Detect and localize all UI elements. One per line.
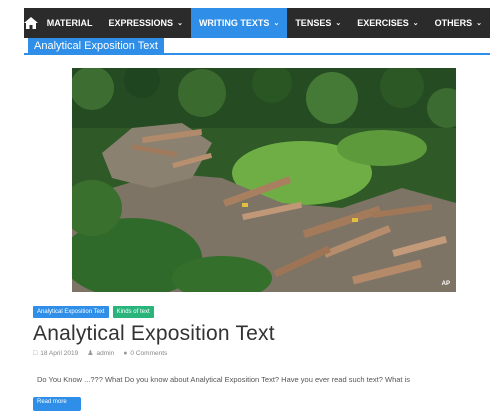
author-text: admin bbox=[96, 350, 115, 357]
post-meta: □ 18 April 2019 ♟ admin ● 0 Comments bbox=[33, 349, 167, 358]
chevron-down-icon: ⌄ bbox=[476, 20, 482, 27]
nav-item-exercises[interactable]: EXERCISES ⌄ bbox=[349, 8, 426, 38]
comments-text: 0 Comments bbox=[130, 349, 168, 357]
category-title: Analytical Exposition Text bbox=[28, 38, 164, 54]
nav-item-expressions[interactable]: EXPRESSIONS ⌄ bbox=[101, 8, 191, 38]
chevron-down-icon: ⌄ bbox=[412, 20, 419, 27]
tag-analytical-exposition-text[interactable]: Analytical Exposition Text bbox=[33, 306, 109, 318]
post-tags: Analytical Exposition Text Kinds of text bbox=[33, 306, 154, 318]
chevron-down-icon: ⌄ bbox=[335, 20, 342, 27]
post-excerpt: Do You Know ...??? What Do you know abou… bbox=[37, 375, 410, 384]
home-icon[interactable] bbox=[24, 8, 39, 38]
nav-item-writing-texts[interactable]: WRITING TEXTS ⌄ bbox=[190, 8, 288, 38]
post-author[interactable]: ♟ admin bbox=[87, 349, 114, 357]
nav-label: TENSES bbox=[295, 18, 332, 28]
nav-label: EXPRESSIONS bbox=[108, 18, 174, 28]
date-text: 18 April 2019 bbox=[40, 349, 79, 357]
calendar-icon: □ bbox=[33, 349, 38, 357]
category-header: Analytical Exposition Text bbox=[24, 38, 490, 55]
post-date[interactable]: □ 18 April 2019 bbox=[33, 350, 78, 357]
chevron-down-icon: ⌄ bbox=[177, 20, 183, 27]
main-navigation: MATERIAL EXPRESSIONS ⌄ WRITING TEXTS ⌄ T… bbox=[24, 8, 490, 38]
comment-icon: ● bbox=[123, 349, 128, 357]
nav-label: MATERIAL bbox=[46, 18, 93, 28]
user-icon: ♟ bbox=[87, 350, 94, 357]
nav-label: OTHERS bbox=[434, 18, 473, 28]
image-credit: AP bbox=[441, 281, 450, 287]
post-comments[interactable]: ● 0 Comments bbox=[123, 350, 167, 357]
aerial-forest-photo bbox=[72, 68, 456, 292]
post-title[interactable]: Analytical Exposition Text bbox=[33, 322, 275, 346]
featured-image[interactable]: AP bbox=[72, 68, 456, 292]
nav-item-others[interactable]: OTHERS ⌄ bbox=[427, 8, 490, 38]
nav-item-tenses[interactable]: TENSES ⌄ bbox=[287, 8, 349, 38]
read-more-button[interactable]: Read more bbox=[33, 397, 81, 411]
tag-kinds-of-text[interactable]: Kinds of text bbox=[112, 306, 154, 318]
nav-label: WRITING TEXTS bbox=[198, 18, 270, 28]
nav-item-material[interactable]: MATERIAL bbox=[39, 8, 101, 38]
chevron-down-icon: ⌄ bbox=[273, 20, 280, 27]
nav-label: EXERCISES bbox=[357, 18, 409, 28]
